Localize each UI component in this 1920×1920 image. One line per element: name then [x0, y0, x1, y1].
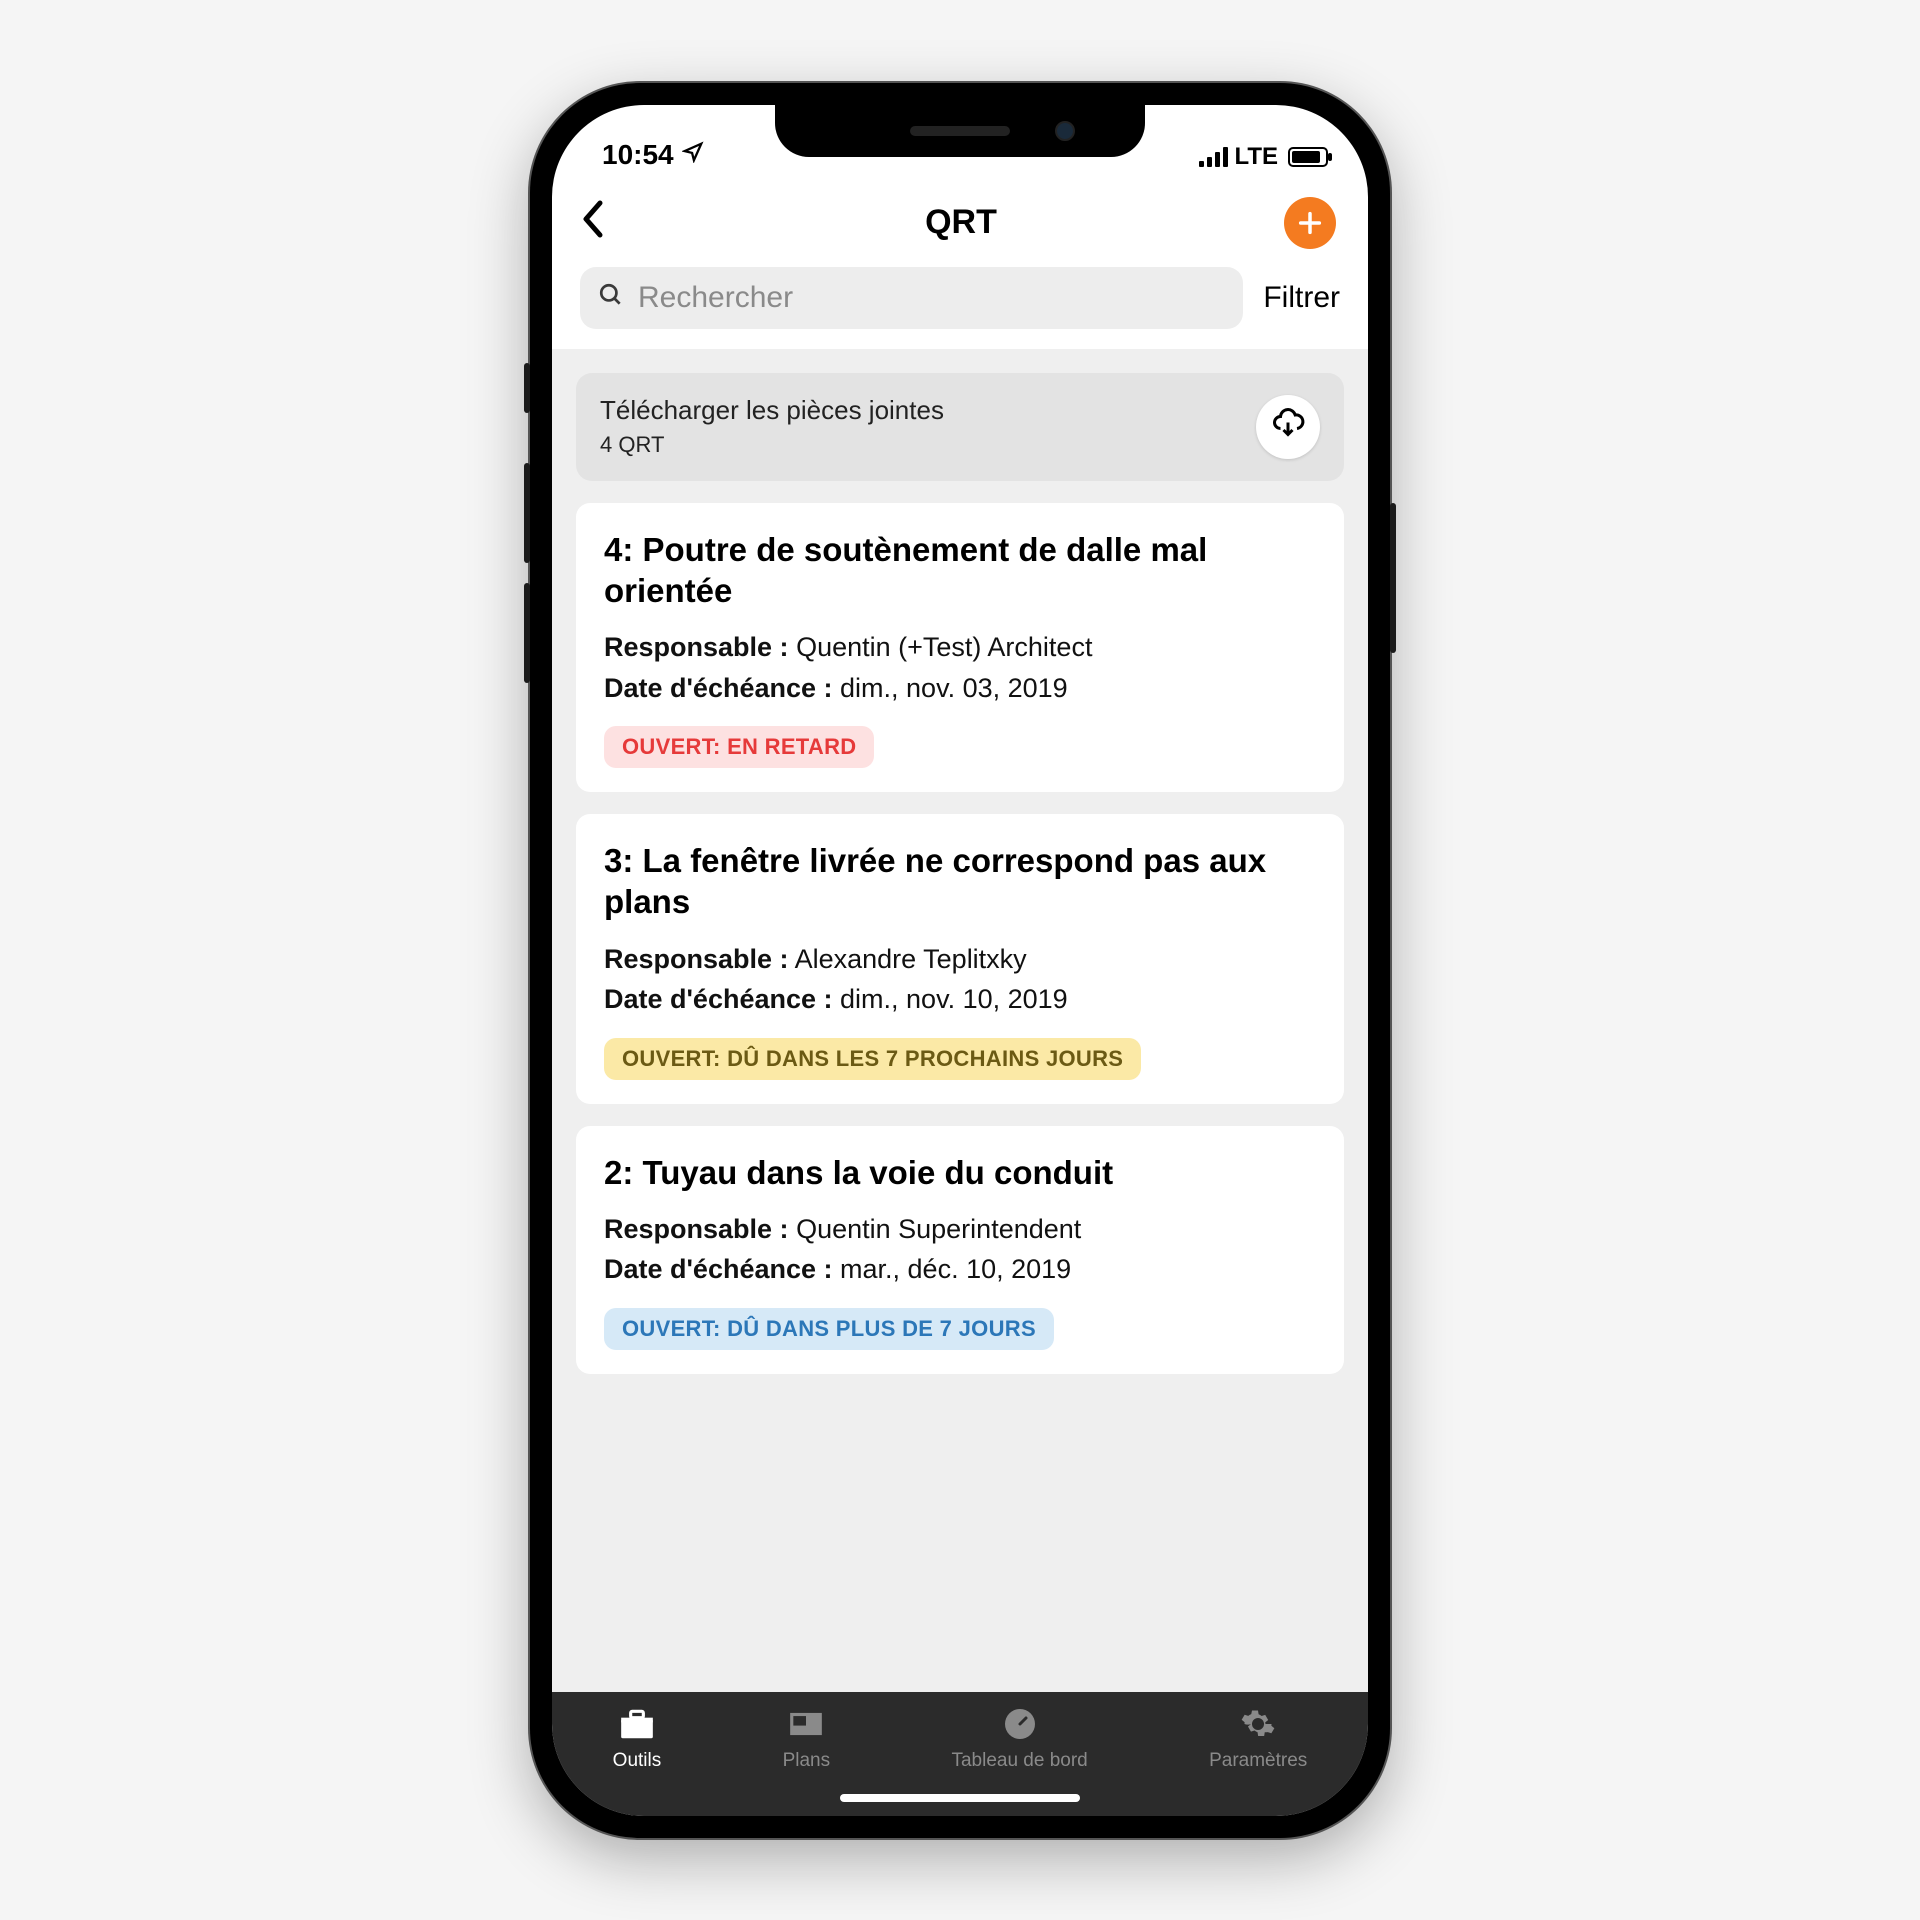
tab-label: Outils [613, 1750, 662, 1772]
status-time: 10:54 [602, 139, 674, 171]
download-button[interactable] [1256, 395, 1320, 459]
home-indicator[interactable] [552, 1780, 1368, 1816]
gear-icon [1238, 1706, 1278, 1742]
filter-button[interactable]: Filtrer [1263, 281, 1340, 315]
list-item[interactable]: 3: La fenêtre livrée ne correspond pas a… [576, 814, 1344, 1104]
item-title: 2: Tuyau dans la voie du conduit [604, 1152, 1316, 1193]
search-box[interactable] [580, 267, 1243, 329]
responsible-value: Quentin (+Test) Architect [796, 632, 1092, 662]
location-icon [682, 141, 704, 169]
network-label: LTE [1234, 143, 1278, 171]
due-value: mar., déc. 10, 2019 [840, 1254, 1071, 1284]
page-title: QRT [638, 203, 1284, 242]
tab-bar: Outils Plans Tableau de bord Paramètres [552, 1692, 1368, 1780]
blueprint-icon [786, 1706, 826, 1742]
due-label: Date d'échéance : [604, 984, 833, 1014]
responsible-label: Responsable : [604, 944, 789, 974]
responsible-value: Alexandre Teplitxky [795, 944, 1027, 974]
list-item[interactable]: 4: Poutre de soutènement de dalle mal or… [576, 503, 1344, 793]
content-area[interactable]: Télécharger les pièces jointes 4 QRT 4: … [552, 349, 1368, 1692]
cloud-download-icon [1270, 406, 1306, 447]
tab-plans[interactable]: Plans [783, 1706, 831, 1772]
notch [775, 105, 1145, 157]
dashboard-icon [1000, 1706, 1040, 1742]
item-title: 4: Poutre de soutènement de dalle mal or… [604, 529, 1316, 612]
battery-icon [1288, 147, 1328, 167]
side-button [524, 583, 530, 683]
item-title: 3: La fenêtre livrée ne correspond pas a… [604, 840, 1316, 923]
side-button [1390, 503, 1396, 653]
download-subtitle: 4 QRT [600, 432, 944, 458]
download-title: Télécharger les pièces jointes [600, 395, 944, 426]
nav-header: QRT [552, 175, 1368, 267]
tab-label: Tableau de bord [951, 1750, 1087, 1772]
tab-outils[interactable]: Outils [613, 1706, 662, 1772]
signal-icon [1199, 147, 1228, 167]
tab-parametres[interactable]: Paramètres [1209, 1706, 1307, 1772]
download-banner[interactable]: Télécharger les pièces jointes 4 QRT [576, 373, 1344, 481]
add-button[interactable] [1284, 197, 1336, 249]
due-label: Date d'échéance : [604, 673, 833, 703]
due-value: dim., nov. 03, 2019 [840, 673, 1068, 703]
side-button [524, 463, 530, 563]
search-icon [598, 282, 624, 313]
responsible-value: Quentin Superintendent [796, 1214, 1081, 1244]
responsible-label: Responsable : [604, 1214, 789, 1244]
responsible-label: Responsable : [604, 632, 789, 662]
status-badge: OUVERT: DÛ DANS LES 7 PROCHAINS JOURS [604, 1038, 1141, 1080]
toolbox-icon [617, 1706, 657, 1742]
phone-frame: 10:54 LTE QRT [530, 83, 1390, 1838]
tab-label: Paramètres [1209, 1750, 1307, 1772]
tab-tableau[interactable]: Tableau de bord [951, 1706, 1087, 1772]
status-badge: OUVERT: EN RETARD [604, 726, 874, 768]
search-row: Filtrer [552, 267, 1368, 349]
tab-label: Plans [783, 1750, 831, 1772]
search-input[interactable] [638, 281, 1225, 315]
side-button [524, 363, 530, 413]
screen: 10:54 LTE QRT [552, 105, 1368, 1816]
status-badge: OUVERT: DÛ DANS PLUS DE 7 JOURS [604, 1308, 1054, 1350]
back-button[interactable] [578, 199, 638, 247]
due-value: dim., nov. 10, 2019 [840, 984, 1068, 1014]
list-item[interactable]: 2: Tuyau dans la voie du conduit Respons… [576, 1126, 1344, 1374]
due-label: Date d'échéance : [604, 1254, 833, 1284]
